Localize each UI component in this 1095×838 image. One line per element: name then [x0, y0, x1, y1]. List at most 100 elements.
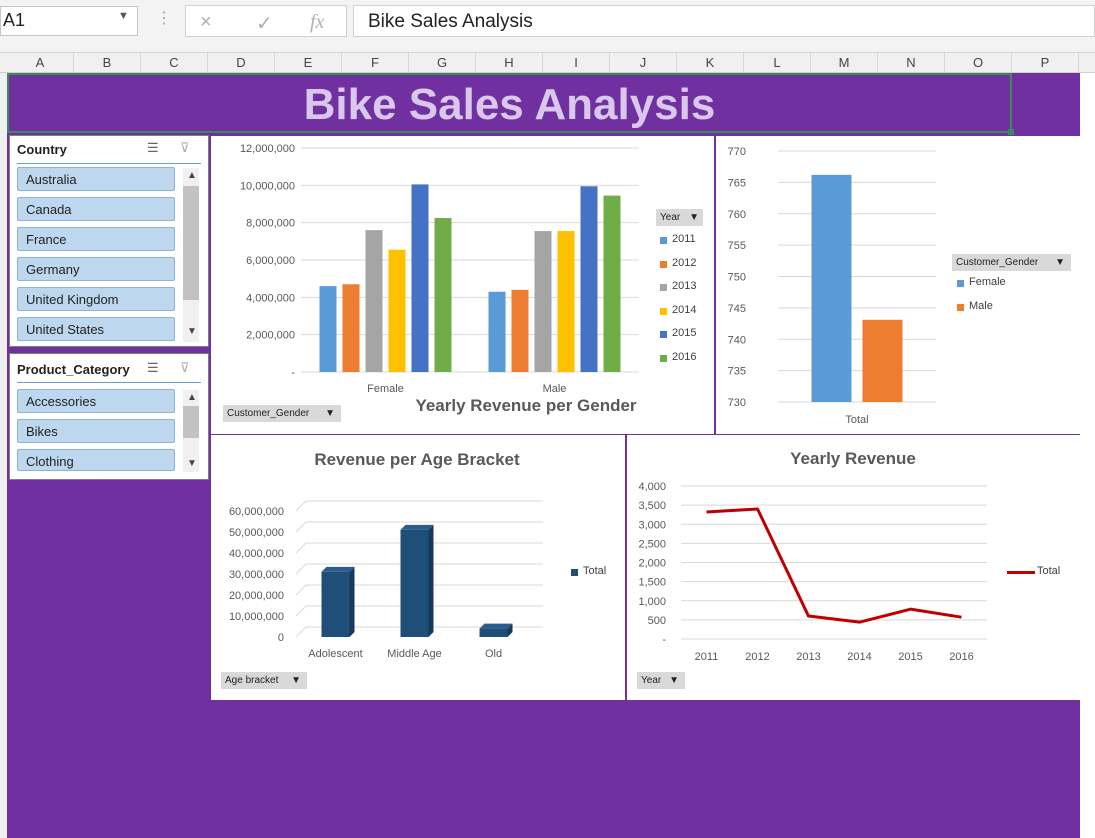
- legend-item[interactable]: 2013: [660, 280, 714, 304]
- column-header[interactable]: F: [342, 53, 409, 72]
- column-header[interactable]: D: [208, 53, 275, 72]
- formula-buttons: × ✓ fx: [185, 5, 347, 37]
- bar: [388, 249, 406, 372]
- column-header[interactable]: P: [1012, 53, 1079, 72]
- column-header[interactable]: N: [878, 53, 945, 72]
- column-header[interactable]: E: [275, 53, 342, 72]
- gender-year-chart[interactable]: - 2,000,000 4,000,000 6,000,000 8,000,000 10,…: [211, 136, 714, 434]
- cancel-icon[interactable]: ×: [200, 11, 212, 34]
- legend-item[interactable]: Total: [1007, 565, 1077, 589]
- slicer-item[interactable]: Canada: [17, 197, 175, 221]
- y-tick-label: 735: [728, 366, 746, 378]
- slicer-item[interactable]: United Kingdom: [17, 287, 175, 311]
- y-tick-label: 3,500: [638, 500, 666, 512]
- scroll-up-icon[interactable]: ▲: [187, 392, 197, 403]
- legend-swatch: [660, 331, 667, 338]
- column-header[interactable]: H: [476, 53, 543, 72]
- chevron-down-icon: ▼: [689, 212, 699, 223]
- column-header[interactable]: J: [610, 53, 677, 72]
- slicer-item[interactable]: Bikes: [17, 419, 175, 443]
- legend-item[interactable]: Total: [571, 565, 625, 589]
- legend-item[interactable]: Female: [957, 276, 1057, 300]
- slicer-item[interactable]: Australia: [17, 167, 175, 191]
- y-tick-label: 2,000,000: [246, 330, 295, 342]
- column-header[interactable]: G: [409, 53, 476, 72]
- y-tick-label: -: [291, 367, 295, 379]
- legend-title: Customer_Gender: [956, 257, 1039, 268]
- clear-filter-icon[interactable]: ⊽: [180, 140, 190, 156]
- slicer-item[interactable]: France: [17, 227, 175, 251]
- slicer-item[interactable]: United States: [17, 317, 175, 341]
- x-tick-label: 2015: [898, 651, 922, 663]
- legend-item[interactable]: 2016: [660, 351, 714, 375]
- chart-title: Revenue per Age Bracket: [314, 450, 520, 469]
- legend-item[interactable]: 2012: [660, 257, 714, 281]
- filter-label: Customer_Gender: [227, 408, 310, 419]
- column-header[interactable]: A: [7, 53, 74, 72]
- column-header[interactable]: B: [74, 53, 141, 72]
- bar-side: [349, 566, 355, 637]
- formula-input[interactable]: Bike Sales Analysis: [353, 5, 1095, 37]
- bar-top: [321, 566, 355, 572]
- customer-gender-legend-button[interactable]: Customer_Gender ▼: [952, 254, 1071, 271]
- column-header[interactable]: I: [543, 53, 610, 72]
- legend-item[interactable]: Male: [957, 300, 1057, 324]
- x-tick-label: 2014: [847, 651, 871, 663]
- slicer-item[interactable]: Clothing: [17, 449, 175, 471]
- slicer-item[interactable]: Accessories: [17, 389, 175, 413]
- scroll-down-icon[interactable]: ▼: [187, 326, 197, 337]
- y-tick-label: 740: [728, 334, 746, 346]
- age-bracket-plot: 0 10,000,000 20,000,000 30,000,000 40,000,00…: [229, 450, 543, 660]
- legend-label: 2013: [672, 280, 697, 292]
- legend-swatch: [660, 307, 667, 315]
- column-header[interactable]: K: [677, 53, 744, 72]
- chevron-down-icon[interactable]: ▼: [118, 10, 129, 22]
- year-filter-button[interactable]: Year ▼: [637, 672, 685, 689]
- more-icon[interactable]: ⋮: [156, 8, 172, 28]
- x-tick-label: 2013: [796, 651, 820, 663]
- enter-icon[interactable]: ✓: [256, 11, 273, 36]
- column-header[interactable]: C: [141, 53, 208, 72]
- gender-total-chart[interactable]: 730 735 740 745 750 755 760 765 770 Total Custome…: [716, 136, 1080, 434]
- y-tick-label: 10,000,000: [229, 611, 284, 623]
- scroll-up-icon[interactable]: ▲: [187, 170, 197, 181]
- bar: [603, 195, 621, 372]
- year-legend-button[interactable]: Year ▼: [656, 209, 703, 226]
- y-tick-label: 4,000,000: [246, 292, 295, 304]
- y-tick-label: 8,000,000: [246, 218, 295, 230]
- scrollbar-thumb[interactable]: [183, 406, 199, 438]
- legend-item[interactable]: 2015: [660, 327, 714, 351]
- legend-label: Female: [969, 276, 1006, 288]
- bar: [511, 289, 529, 372]
- function-icon[interactable]: fx: [310, 11, 324, 34]
- customer-gender-filter-button[interactable]: Customer_Gender ▼: [223, 405, 341, 422]
- chevron-down-icon: ▼: [669, 675, 679, 686]
- dashboard-title[interactable]: Bike Sales Analysis: [7, 73, 1012, 133]
- y-tick-label: 760: [728, 209, 746, 221]
- column-header[interactable]: O: [945, 53, 1012, 72]
- legend-swatch: [660, 284, 667, 291]
- column-header[interactable]: L: [744, 53, 811, 72]
- bar: [488, 291, 506, 372]
- chart-title: Yearly Revenue per Gender: [415, 396, 636, 415]
- chevron-down-icon: ▼: [325, 408, 335, 419]
- age-bracket-filter-button[interactable]: Age bracket ▼: [221, 672, 307, 689]
- y-tick-label: 2,500: [638, 538, 666, 550]
- y-tick-label: 50,000,000: [229, 527, 284, 539]
- age-bracket-chart[interactable]: 0 10,000,000 20,000,000 30,000,000 40,000,00…: [211, 435, 625, 700]
- multi-select-icon[interactable]: ☰: [147, 360, 159, 376]
- y-tick-label: 6,000,000: [246, 255, 295, 267]
- legend-item[interactable]: 2014: [660, 304, 714, 328]
- legend-item[interactable]: 2011: [660, 233, 714, 257]
- legend-swatch: [1007, 571, 1035, 574]
- multi-select-icon[interactable]: ☰: [147, 140, 159, 156]
- bar: [342, 284, 360, 372]
- selection-handle[interactable]: [1008, 129, 1014, 135]
- clear-filter-icon[interactable]: ⊽: [180, 360, 190, 376]
- column-header[interactable]: M: [811, 53, 878, 72]
- scrollbar-thumb[interactable]: [183, 186, 199, 300]
- y-tick-label: 30,000,000: [229, 569, 284, 581]
- slicer-item[interactable]: Germany: [17, 257, 175, 281]
- yearly-revenue-chart[interactable]: - 500 1,000 1,500 2,000 2,500 3,000 3,500 4,000 2…: [627, 435, 1080, 700]
- scroll-down-icon[interactable]: ▼: [187, 458, 197, 469]
